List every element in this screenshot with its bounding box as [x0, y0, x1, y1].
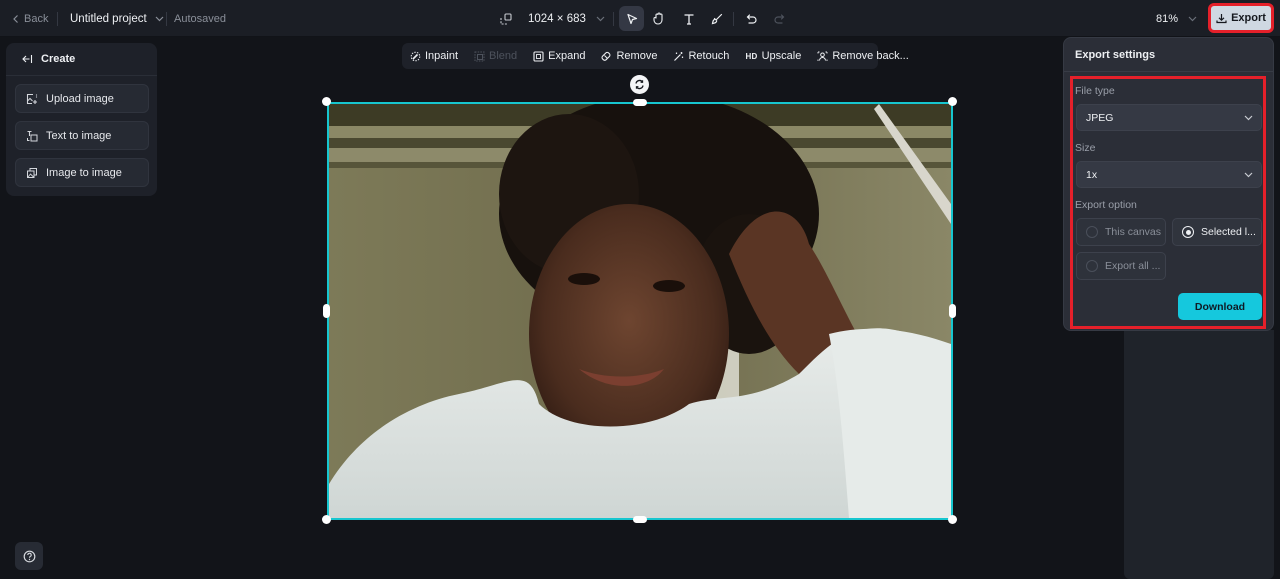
- upscale-button[interactable]: HD Upscale: [745, 43, 808, 69]
- blend-label: Blend: [489, 50, 518, 62]
- retouch-label: Retouch: [688, 50, 730, 62]
- export-settings-title: Export settings: [1075, 49, 1156, 61]
- remove-background-label: Remove back...: [832, 50, 909, 62]
- inpaint-button[interactable]: Inpaint: [410, 43, 465, 69]
- canvas-size-dropdown[interactable]: 1024 × 683: [500, 0, 605, 37]
- retouch-button[interactable]: Retouch: [673, 43, 736, 69]
- resize-handle-top[interactable]: [633, 99, 647, 106]
- resize-handle-top-right[interactable]: [948, 97, 957, 106]
- canvas-size: 1024 × 683: [528, 12, 586, 25]
- upload-image-label: Upload image: [46, 92, 114, 105]
- divider: [733, 12, 734, 26]
- brush-tool-button[interactable]: [704, 6, 729, 31]
- project-name: Untitled project: [70, 12, 147, 25]
- text-tool-button[interactable]: [676, 6, 701, 31]
- export-button[interactable]: Export: [1208, 3, 1274, 33]
- highlight-annotation: [1070, 76, 1266, 329]
- create-panel: Create Upload image Text to image Image …: [6, 43, 157, 196]
- remove-background-icon: [817, 51, 828, 62]
- chevron-left-icon: [12, 14, 20, 24]
- resize-icon: [500, 12, 512, 25]
- image-to-image-label: Image to image: [46, 166, 122, 179]
- hand-icon: [652, 12, 665, 25]
- blend-icon: [474, 51, 485, 62]
- magic-wand-icon: [673, 51, 684, 62]
- help-button[interactable]: [15, 542, 43, 570]
- text-icon: [683, 13, 695, 25]
- inpaint-label: Inpaint: [425, 50, 459, 62]
- upload-image-icon: [26, 93, 38, 105]
- resize-handle-bottom-right[interactable]: [948, 515, 957, 524]
- divider: [613, 12, 614, 26]
- divider: [166, 12, 167, 26]
- rotate-icon: [634, 79, 645, 90]
- rotate-handle[interactable]: [630, 75, 649, 94]
- upscale-label: Upscale: [761, 50, 802, 62]
- text-to-image-label: Text to image: [46, 129, 112, 142]
- save-status: Autosaved: [174, 12, 226, 25]
- help-icon: [23, 550, 36, 563]
- portrait-photo: [329, 104, 951, 518]
- resize-handle-bottom-left[interactable]: [322, 515, 331, 524]
- edit-toolbar: Inpaint Blend Expand Remove Retouch HD U…: [402, 43, 909, 69]
- chevron-down-icon: [155, 16, 164, 22]
- redo-icon: [773, 13, 785, 25]
- divider: [57, 12, 58, 26]
- text-to-image-icon: [26, 130, 38, 142]
- remove-button[interactable]: Remove: [601, 43, 664, 69]
- undo-button[interactable]: [739, 6, 764, 31]
- right-side-panel: [1124, 330, 1274, 579]
- resize-handle-bottom[interactable]: [633, 516, 647, 523]
- eraser-icon: [601, 51, 612, 62]
- chevron-down-icon: [1188, 16, 1197, 22]
- expand-label: Expand: [548, 50, 586, 62]
- select-tool-button[interactable]: [619, 6, 644, 31]
- export-label: Export: [1231, 12, 1266, 24]
- resize-handle-right[interactable]: [949, 304, 956, 318]
- inpaint-icon: [410, 51, 421, 62]
- remove-label: Remove: [616, 50, 658, 62]
- image-to-image-icon: [26, 167, 38, 179]
- upload-image-button[interactable]: Upload image: [15, 84, 149, 113]
- undo-icon: [746, 13, 758, 25]
- image-to-image-button[interactable]: Image to image: [15, 158, 149, 187]
- download-icon: [1216, 13, 1227, 24]
- export-settings-panel: Export settings File type JPEG Size 1x E…: [1063, 37, 1274, 331]
- top-bar: Back Untitled project Autosaved 1024 × 6…: [0, 0, 1280, 37]
- chevron-down-icon: [596, 16, 605, 22]
- redo-button[interactable]: [766, 6, 791, 31]
- create-panel-title: Create: [41, 53, 76, 65]
- text-to-image-button[interactable]: Text to image: [15, 121, 149, 150]
- back-button[interactable]: Back: [12, 0, 48, 37]
- expand-button[interactable]: Expand: [533, 43, 592, 69]
- zoom-dropdown[interactable]: 81%: [1156, 0, 1197, 37]
- select-icon: [626, 13, 638, 25]
- collapse-left-icon: [22, 54, 33, 64]
- selected-image-layer[interactable]: [327, 102, 953, 520]
- project-name-dropdown[interactable]: Untitled project: [70, 0, 164, 37]
- hand-tool-button[interactable]: [646, 6, 671, 31]
- brush-icon: [711, 13, 723, 25]
- hd-icon: HD: [745, 51, 758, 61]
- blend-button[interactable]: Blend: [474, 43, 524, 69]
- remove-background-button[interactable]: Remove back...: [817, 43, 915, 69]
- divider: [1064, 71, 1273, 72]
- resize-handle-top-left[interactable]: [322, 97, 331, 106]
- resize-handle-left[interactable]: [323, 304, 330, 318]
- back-label: Back: [24, 12, 49, 25]
- create-panel-header[interactable]: Create: [6, 43, 157, 76]
- expand-icon: [533, 50, 544, 62]
- zoom-level: 81%: [1156, 12, 1179, 25]
